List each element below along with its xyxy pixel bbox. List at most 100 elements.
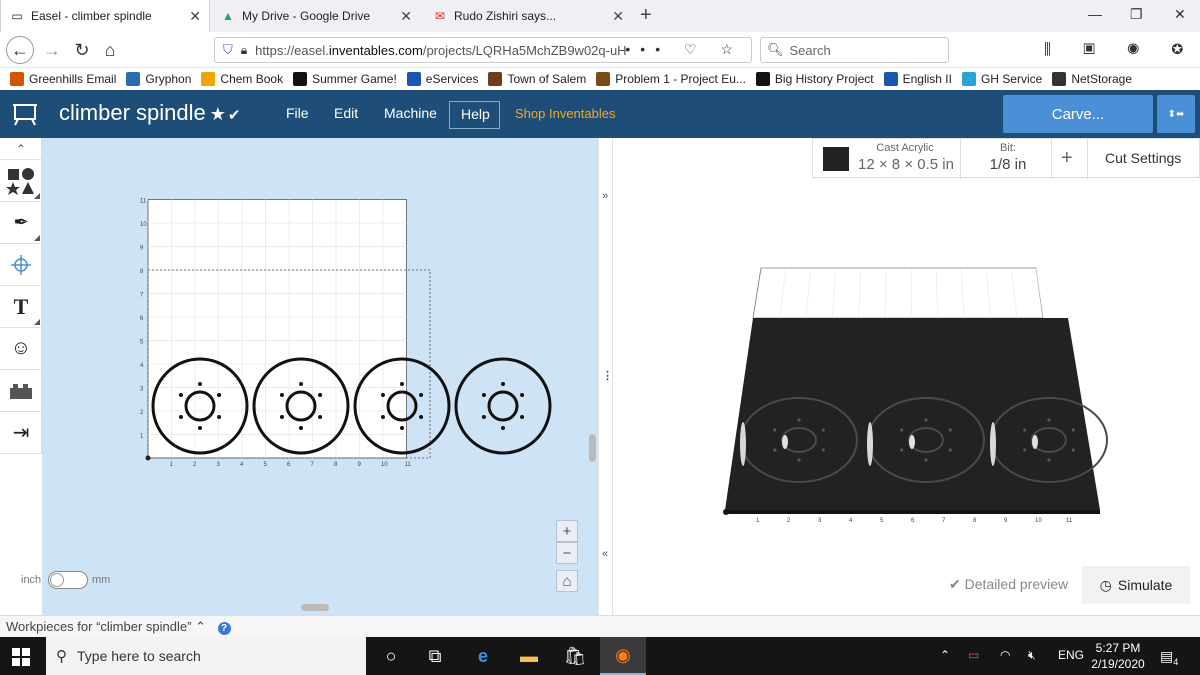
drag-handle-icon[interactable]: ⋮	[602, 369, 613, 382]
bookmark-item[interactable]: Greenhills Email	[10, 72, 116, 86]
wheel-bolt-hole[interactable]	[299, 382, 303, 386]
zoom-in-button[interactable]: +	[556, 520, 578, 542]
collapse-left-icon[interactable]: «	[602, 548, 608, 560]
wheel-bolt-hole[interactable]	[318, 415, 323, 419]
simulate-button[interactable]: ◷ Simulate	[1082, 566, 1190, 604]
wheel-bolt-hole[interactable]	[481, 415, 486, 419]
firefox-icon[interactable]: ◉	[600, 637, 646, 675]
wheel-bolt-hole[interactable]	[419, 415, 424, 419]
wheel-outer-ring[interactable]	[454, 357, 552, 455]
wheel-bolt-hole[interactable]	[299, 426, 303, 430]
text-tool-icon[interactable]: T	[0, 286, 42, 328]
tab-google-drive[interactable]: ▲ My Drive - Google Drive ✕	[212, 0, 420, 32]
wheel-bolt-hole[interactable]	[279, 415, 284, 419]
shop-inventables-link[interactable]: Shop Inventables	[515, 106, 615, 121]
notifications-icon[interactable]: ▤4	[1160, 648, 1178, 667]
taskbar-search-input[interactable]: ⚲ Type here to search	[46, 637, 366, 675]
wheel-bolt-hole[interactable]	[400, 382, 404, 386]
wheel-bolt-hole[interactable]	[481, 393, 486, 397]
menu-file[interactable]: File	[286, 105, 309, 121]
url-bar[interactable]: ⛉ 🔒︎ https://easel.inventables.com/proje…	[214, 37, 752, 63]
wheel-bolt-hole[interactable]	[198, 426, 202, 430]
new-tab-plus-icon[interactable]: +	[640, 4, 652, 27]
pane-divider[interactable]: » ⋮ «	[598, 138, 613, 615]
close-tab-icon[interactable]: ✕	[612, 8, 624, 25]
expand-right-icon[interactable]: »	[602, 190, 608, 202]
shapes-icon[interactable]	[0, 160, 42, 202]
file-explorer-icon[interactable]: ▬	[506, 637, 552, 675]
store-icon[interactable]: 🛍︎	[552, 637, 598, 675]
toolbar-icons[interactable]: ⫼ ▣ ◉ ✪	[1044, 41, 1197, 58]
bookmark-item[interactable]: Town of Salem	[488, 72, 586, 86]
wheel-bolt-hole[interactable]	[178, 393, 183, 397]
workpieces-bar[interactable]: Workpieces for “climber spindle” ⌃ ?	[0, 615, 1200, 637]
back-arrow-icon[interactable]: ←	[6, 36, 34, 64]
apps-block-icon[interactable]	[0, 370, 42, 412]
wheel-bolt-hole[interactable]	[520, 393, 525, 397]
restore-icon[interactable]: ❐	[1130, 6, 1143, 23]
3d-preview[interactable]: 1 2 3 4 5 6 7 8 9 10 11	[613, 178, 1200, 558]
cut-settings-button[interactable]: Cut Settings	[1105, 150, 1181, 166]
wheel-bolt-hole[interactable]	[217, 393, 222, 397]
home-icon[interactable]: ⌂	[98, 38, 122, 62]
easel-logo-icon[interactable]	[12, 102, 38, 126]
bookmark-item[interactable]: Big History Project	[755, 72, 874, 86]
wheel-bolt-hole[interactable]	[318, 393, 323, 397]
wheel-bolt-hole[interactable]	[279, 393, 284, 397]
bit-value[interactable]: 1/8 in	[973, 156, 1043, 173]
wheel-hub[interactable]	[487, 390, 519, 422]
volume-muted-icon[interactable]: 🔇︎	[1028, 648, 1036, 663]
reload-icon[interactable]: ↻	[70, 38, 94, 62]
cortana-icon[interactable]: ○	[368, 637, 414, 675]
tray-chevron-icon[interactable]: ⌃	[940, 648, 950, 662]
bookmark-item[interactable]: Summer Game!	[293, 72, 397, 86]
expand-arrows-icon[interactable]: ⬍⬌	[1157, 95, 1195, 133]
pen-tool-icon[interactable]: ✒	[0, 202, 42, 244]
wheel-bolt-hole[interactable]	[419, 393, 424, 397]
help-info-icon[interactable]: ?	[217, 622, 231, 635]
wheel-bolt-hole[interactable]	[217, 415, 222, 419]
windows-start-icon[interactable]	[12, 648, 30, 666]
battery-alert-icon[interactable]: ▭	[968, 648, 979, 662]
page-actions-icons[interactable]: ••• ♡ ☆	[625, 41, 743, 58]
bookmark-item[interactable]: Problem 1 - Project Eu...	[596, 72, 746, 86]
wheel-bolt-hole[interactable]	[380, 415, 385, 419]
close-window-icon[interactable]: ✕	[1174, 6, 1186, 23]
star-icon[interactable]: ★	[210, 104, 226, 124]
bookmark-item[interactable]: Chem Book	[201, 72, 283, 86]
bookmark-item[interactable]: NetStorage	[1052, 72, 1132, 86]
wheel-bolt-hole[interactable]	[501, 382, 505, 386]
wheel-bolt-hole[interactable]	[501, 426, 505, 430]
collapse-up-icon[interactable]: ⌃	[0, 138, 42, 160]
wheel-bolt-hole[interactable]	[380, 393, 385, 397]
design-canvas[interactable]: 11 10 9 8 7 6 5 4 3 2 1 1 2 3 4 5 6 7 8 9 10 11 inch mm + − ⌂	[21, 138, 598, 615]
design-workspace[interactable]: 11109876543211 2 3 4 5 6 7 8 9 10 11	[42, 138, 598, 615]
material-bar[interactable]: Cast Acrylic 12 × 8 × 0.5 in Bit: 1/8 in…	[812, 138, 1200, 179]
material-swatch[interactable]	[823, 147, 849, 171]
crosshair-icon[interactable]	[0, 244, 42, 286]
horizontal-scrollbar[interactable]	[301, 604, 329, 611]
bookmark-item[interactable]: English II	[883, 72, 952, 86]
zoom-out-button[interactable]: −	[556, 542, 578, 564]
project-title[interactable]: climber spindle ★ ✔	[59, 100, 240, 126]
close-tab-icon[interactable]: ✕	[189, 8, 201, 25]
wifi-icon[interactable]: ◠	[1000, 648, 1010, 662]
tab-easel[interactable]: ▭ Easel - climber spindle ✕	[0, 0, 210, 32]
minimize-icon[interactable]: —	[1088, 6, 1102, 22]
bookmark-item[interactable]: eServices	[406, 72, 478, 86]
browser-search-input[interactable]: 🔍︎ Search	[760, 37, 949, 63]
add-icon[interactable]: +	[1061, 147, 1073, 170]
wheel-bolt-hole[interactable]	[198, 382, 202, 386]
material-size[interactable]: 12 × 8 × 0.5 in	[851, 156, 961, 173]
import-icon[interactable]: ⇥	[0, 412, 42, 454]
detailed-preview-toggle[interactable]: ✔ Detailed preview	[949, 576, 1068, 593]
menu-machine[interactable]: Machine	[384, 105, 437, 121]
wheel-bolt-hole[interactable]	[178, 415, 183, 419]
close-tab-icon[interactable]: ✕	[400, 8, 412, 25]
unit-toggle[interactable]	[48, 571, 88, 589]
wheel-bolt-hole[interactable]	[400, 426, 404, 430]
bookmark-item[interactable]: GH Service	[961, 72, 1042, 86]
clock[interactable]: 5:27 PM 2/19/2020	[1086, 640, 1150, 672]
smiley-icon[interactable]: ☺	[0, 328, 42, 370]
vertical-scrollbar[interactable]	[589, 434, 596, 462]
